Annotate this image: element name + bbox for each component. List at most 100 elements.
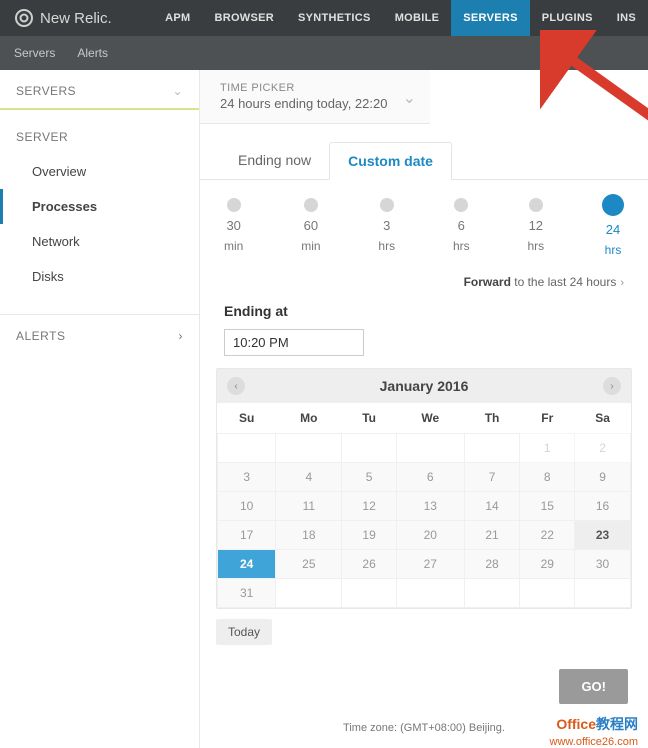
time-picker-value: 24 hours ending today, 22:20 [220, 96, 410, 111]
range-options: 30min 60min 3hrs 6hrs 12hrs 24hrs [200, 180, 648, 267]
calendar-title: January 2016 [380, 378, 469, 394]
calendar-day[interactable]: 13 [396, 492, 464, 521]
calendar-day[interactable]: 7 [464, 463, 520, 492]
calendar-day [342, 434, 397, 463]
calendar-prev-button[interactable]: ‹ [227, 377, 245, 395]
range-option-3hrs[interactable]: 3hrs [378, 198, 395, 257]
range-option-30min[interactable]: 30min [224, 198, 243, 257]
calendar-day[interactable]: 20 [396, 521, 464, 550]
calendar-day[interactable]: 27 [396, 550, 464, 579]
time-picker-label: TIME PICKER [220, 82, 410, 94]
calendar-day[interactable]: 17 [218, 521, 276, 550]
calendar-day[interactable]: 22 [520, 521, 575, 550]
chevron-down-icon: ⌄ [173, 84, 183, 98]
calendar-day[interactable]: 28 [464, 550, 520, 579]
calendar-day[interactable]: 21 [464, 521, 520, 550]
range-dot-icon [454, 198, 468, 212]
sidebar-header-label: SERVERS [16, 84, 76, 98]
calendar-header: ‹ January 2016 › [217, 369, 631, 403]
calendar-day[interactable]: 14 [464, 492, 520, 521]
calendar-grid: SuMoTuWeThFrSa 1234567891011121314151617… [217, 403, 631, 608]
sidebar-servers-header[interactable]: SERVERS ⌄ [0, 70, 199, 110]
calendar-day[interactable]: 10 [218, 492, 276, 521]
nav-mobile[interactable]: MOBILE [383, 0, 452, 36]
calendar-day [276, 434, 342, 463]
calendar-day [464, 579, 520, 608]
range-dot-icon [602, 194, 624, 216]
weekday-header: Sa [575, 403, 631, 434]
calendar-day[interactable]: 16 [575, 492, 631, 521]
weekday-header: Tu [342, 403, 397, 434]
calendar-day[interactable]: 18 [276, 521, 342, 550]
nav-servers[interactable]: SERVERS [451, 0, 529, 36]
calendar-day[interactable]: 2 [575, 434, 631, 463]
ending-at-label: Ending at [200, 297, 648, 323]
calendar-day[interactable]: 5 [342, 463, 397, 492]
sidebar-section-server: SERVER [0, 110, 199, 154]
calendar-day [396, 579, 464, 608]
calendar-day [396, 434, 464, 463]
range-dot-icon [529, 198, 543, 212]
calendar-day[interactable]: 4 [276, 463, 342, 492]
go-button[interactable]: GO! [559, 669, 628, 704]
sidebar-alerts-label: ALERTS [16, 329, 65, 343]
calendar-day [218, 434, 276, 463]
range-option-6hrs[interactable]: 6hrs [453, 198, 470, 257]
calendar-next-button[interactable]: › [603, 377, 621, 395]
calendar-day[interactable]: 8 [520, 463, 575, 492]
tab-ending-now[interactable]: Ending now [220, 142, 329, 179]
weekday-header: We [396, 403, 464, 434]
forward-link[interactable]: Forward to the last 24 hours › [200, 267, 648, 297]
subnav-alerts[interactable]: Alerts [77, 46, 108, 60]
chevron-right-icon: › [620, 277, 624, 289]
calendar-day[interactable]: 9 [575, 463, 631, 492]
calendar-day [520, 579, 575, 608]
sidebar-item-processes[interactable]: Processes [0, 189, 199, 224]
calendar-day[interactable]: 24 [218, 550, 276, 579]
range-option-60min[interactable]: 60min [301, 198, 320, 257]
time-picker-toggle[interactable]: TIME PICKER 24 hours ending today, 22:20… [200, 70, 430, 124]
calendar-day[interactable]: 1 [520, 434, 575, 463]
calendar-day[interactable]: 31 [218, 579, 276, 608]
sidebar-alerts[interactable]: ALERTS › [0, 314, 199, 357]
weekday-header: Fr [520, 403, 575, 434]
tab-custom-date[interactable]: Custom date [329, 142, 452, 180]
calendar-day[interactable]: 12 [342, 492, 397, 521]
today-button[interactable]: Today [216, 619, 272, 645]
calendar-day[interactable]: 26 [342, 550, 397, 579]
weekday-header: Mo [276, 403, 342, 434]
sidebar-item-overview[interactable]: Overview [0, 154, 199, 189]
subnav-servers[interactable]: Servers [14, 46, 55, 60]
range-dot-icon [304, 198, 318, 212]
nav-synthetics[interactable]: SYNTHETICS [286, 0, 383, 36]
calendar-day[interactable]: 6 [396, 463, 464, 492]
calendar-day[interactable]: 29 [520, 550, 575, 579]
sidebar-item-network[interactable]: Network [0, 224, 199, 259]
calendar-day [342, 579, 397, 608]
calendar-day[interactable]: 19 [342, 521, 397, 550]
nav-apm[interactable]: APM [153, 0, 202, 36]
calendar-day[interactable]: 3 [218, 463, 276, 492]
forward-bold: Forward [464, 275, 511, 289]
nav-browser[interactable]: BROWSER [202, 0, 286, 36]
range-dot-icon [380, 198, 394, 212]
nav-plugins[interactable]: PLUGINS [530, 0, 605, 36]
nav-ins[interactable]: INS [605, 0, 648, 36]
calendar-day[interactable]: 30 [575, 550, 631, 579]
calendar-day[interactable]: 11 [276, 492, 342, 521]
forward-rest: to the last 24 hours [511, 275, 616, 289]
range-option-24hrs[interactable]: 24hrs [602, 198, 624, 257]
calendar-day[interactable]: 15 [520, 492, 575, 521]
time-picker-tabs: Ending now Custom date [200, 142, 648, 180]
range-option-12hrs[interactable]: 12hrs [527, 198, 544, 257]
calendar-day[interactable]: 23 [575, 521, 631, 550]
calendar-day[interactable]: 25 [276, 550, 342, 579]
weekday-header: Su [218, 403, 276, 434]
sub-navbar: Servers Alerts [0, 36, 648, 70]
watermark: Office教程网 [556, 714, 638, 734]
brand: New Relic. [0, 8, 126, 28]
brand-text: New Relic. [40, 10, 112, 27]
range-dot-icon [227, 198, 241, 212]
ending-at-input[interactable] [224, 329, 364, 356]
sidebar-item-disks[interactable]: Disks [0, 259, 199, 294]
